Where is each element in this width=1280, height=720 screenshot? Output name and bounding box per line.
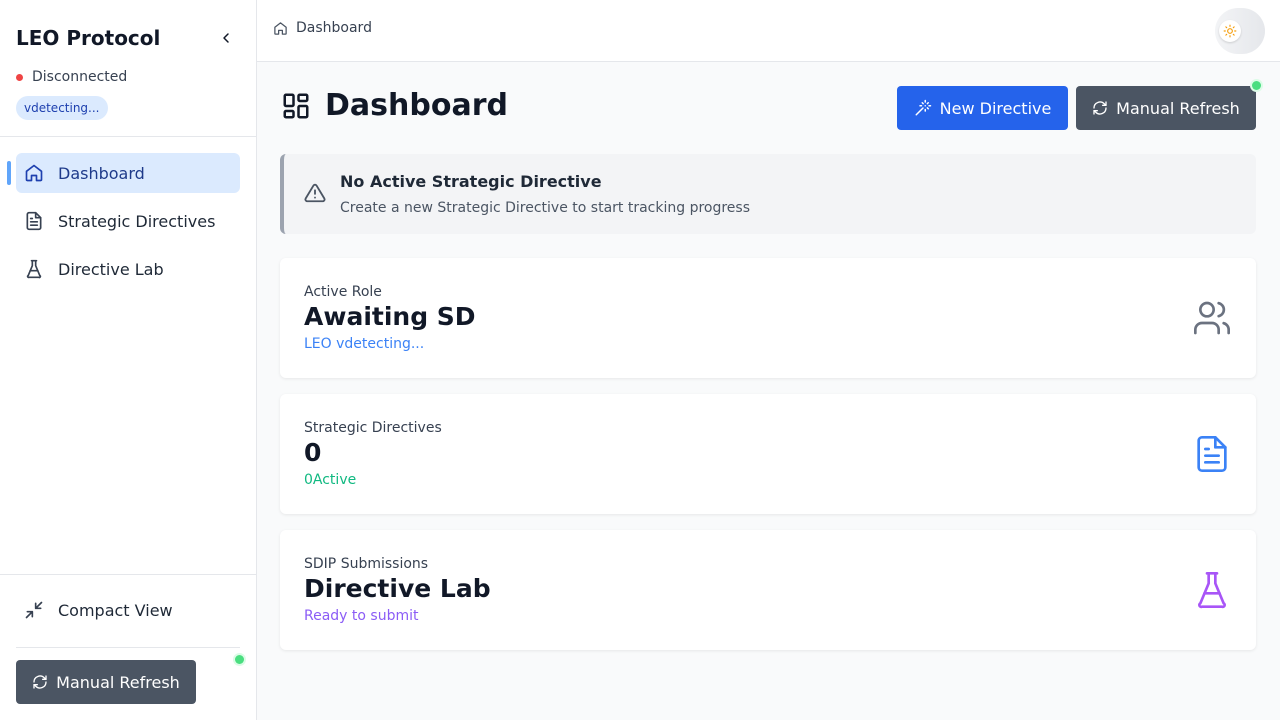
- theme-toggle[interactable]: [1215, 8, 1265, 54]
- card-subtext: 0Active: [304, 472, 357, 488]
- manual-refresh-button[interactable]: Manual Refresh: [1076, 86, 1256, 130]
- divider: [0, 136, 256, 137]
- session-chip: vdetecting...: [16, 96, 108, 120]
- sidebar-item-strategic-directives[interactable]: Strategic Directives: [16, 201, 240, 241]
- warning-icon: [304, 183, 326, 203]
- refresh-icon: [1093, 101, 1107, 115]
- card-value: 0: [304, 438, 322, 467]
- manual-refresh-label: Manual Refresh: [1116, 98, 1240, 118]
- sidebar-item-label: Strategic Directives: [58, 211, 216, 231]
- new-directive-button[interactable]: New Directive: [897, 86, 1068, 130]
- page-title: Dashboard: [281, 88, 508, 123]
- no-active-directive-alert: No Active Strategic Directive Create a n…: [280, 154, 1256, 234]
- file-text-icon: [26, 211, 42, 231]
- file-text-icon: [1197, 436, 1227, 472]
- status-text: Disconnected: [32, 69, 128, 85]
- strategic-directives-card: Strategic Directives 0 0Active: [280, 394, 1256, 514]
- card-label: Strategic Directives: [304, 420, 442, 436]
- theme-toggle-knob: [1219, 20, 1241, 42]
- page-title-text: Dashboard: [325, 88, 508, 123]
- new-directive-label: New Directive: [939, 98, 1052, 118]
- refresh-label: Manual Refresh: [56, 672, 180, 692]
- sidebar-item-label: Dashboard: [58, 163, 145, 183]
- online-indicator: [1252, 81, 1261, 90]
- sidebar-manual-refresh-button[interactable]: Manual Refresh: [16, 660, 196, 704]
- card-subtext: Ready to submit: [304, 608, 419, 624]
- alert-message: Create a new Strategic Directive to star…: [340, 200, 751, 216]
- sidebar: LEO Protocol Disconnected vdetecting... …: [0, 0, 257, 720]
- divider: [16, 647, 240, 648]
- breadcrumb-current[interactable]: Dashboard: [296, 20, 372, 36]
- compact-view-toggle[interactable]: Compact View: [24, 600, 173, 620]
- flask-icon: [26, 259, 42, 279]
- refresh-icon: [33, 675, 47, 689]
- card-value: Directive Lab: [304, 574, 491, 603]
- flask-icon: [1198, 572, 1226, 609]
- dashboard-grid-icon: [283, 93, 309, 118]
- sidebar-item-directive-lab[interactable]: Directive Lab: [16, 249, 240, 289]
- online-indicator: [235, 655, 244, 664]
- breadcrumb: Dashboard: [273, 20, 372, 36]
- sdip-submissions-card: SDIP Submissions Directive Lab Ready to …: [280, 530, 1256, 650]
- home-icon: [274, 21, 287, 35]
- card-label: SDIP Submissions: [304, 556, 429, 572]
- card-subtext: LEO vdetecting...: [304, 336, 425, 352]
- divider: [0, 574, 256, 575]
- minimize-icon: [25, 601, 43, 619]
- sidebar-item-label: Directive Lab: [58, 259, 164, 279]
- active-role-card: Active Role Awaiting SD LEO vdetecting..…: [280, 258, 1256, 378]
- chevron-left-icon: [223, 33, 229, 43]
- sidebar-item-dashboard[interactable]: Dashboard: [16, 153, 240, 193]
- magic-wand-icon: [915, 99, 931, 116]
- active-nav-indicator: [7, 161, 11, 185]
- collapse-sidebar-button[interactable]: [216, 28, 236, 48]
- connection-status: Disconnected: [16, 69, 127, 85]
- alert-title: No Active Strategic Directive: [340, 172, 602, 191]
- sun-icon: [1223, 24, 1237, 38]
- users-icon: [1194, 301, 1231, 335]
- home-icon: [25, 164, 43, 182]
- status-dot: [16, 73, 23, 81]
- card-value: Awaiting SD: [304, 302, 476, 331]
- brand-title: LEO Protocol: [16, 26, 161, 50]
- compact-view-label: Compact View: [58, 600, 173, 620]
- sidebar-nav: Dashboard Strategic Directives Directive…: [16, 153, 240, 297]
- card-label: Active Role: [304, 284, 382, 300]
- top-bar: Dashboard: [257, 0, 1280, 62]
